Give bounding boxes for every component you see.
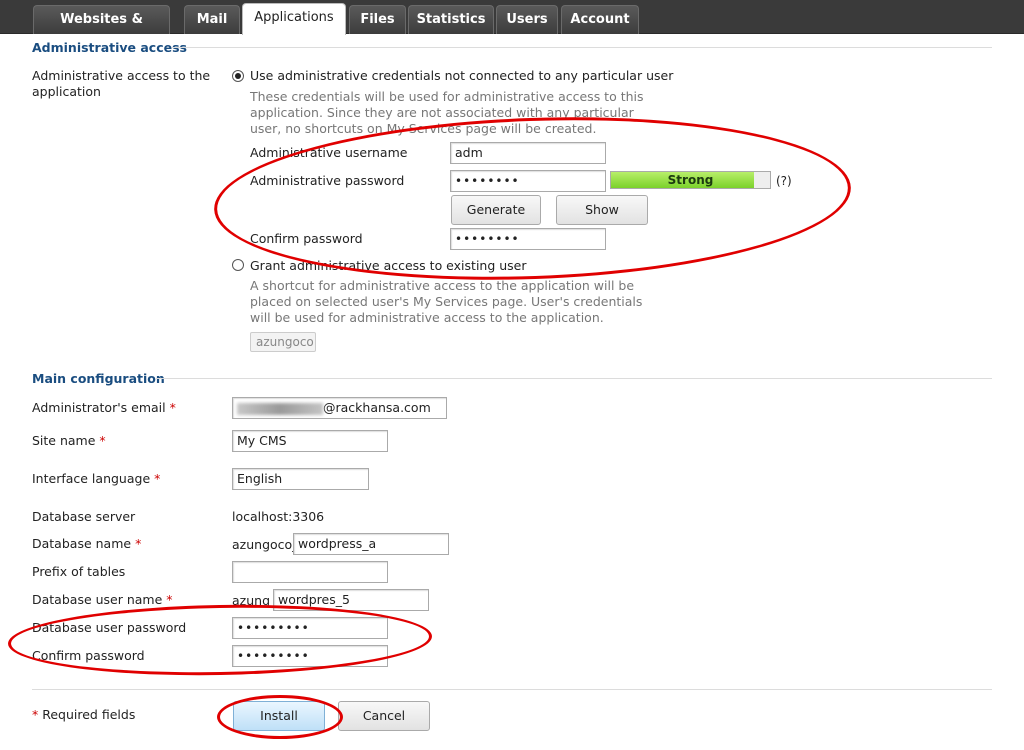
admin-username-input[interactable]: adm xyxy=(450,142,606,164)
password-strength-text: Strong xyxy=(667,173,714,187)
admin-username-label: Administrative username xyxy=(250,145,408,160)
site-name-input[interactable]: My CMS xyxy=(232,430,388,452)
database-user-password-input[interactable]: ••••••••• xyxy=(232,617,388,639)
annotation-ellipse-database-password xyxy=(7,601,433,679)
radio-grant-existing-user[interactable] xyxy=(232,259,244,271)
admin-email-input[interactable]: @rackhansa.com xyxy=(232,397,447,419)
tab-files[interactable]: Files xyxy=(349,5,406,34)
cancel-button[interactable]: Cancel xyxy=(338,701,430,731)
install-button[interactable]: Install xyxy=(233,701,325,731)
database-confirm-password-label: Confirm password xyxy=(32,648,145,663)
redacted-email-blur xyxy=(237,402,323,415)
radio-grant-existing-user-label[interactable]: Grant administrative access to existing … xyxy=(250,258,527,273)
admin-password-input[interactable]: •••••••• xyxy=(450,170,606,192)
radio-use-admin-credentials[interactable] xyxy=(232,70,244,82)
database-user-name-label: Database user name * xyxy=(32,592,173,607)
database-user-prefix: azung xyxy=(232,593,271,608)
tab-bar: Websites & Domains Mail Applications Fil… xyxy=(0,0,1024,54)
database-confirm-password-input[interactable]: ••••••••• xyxy=(232,645,388,667)
section-divider xyxy=(156,378,992,379)
option2-hint: A shortcut for administrative access to … xyxy=(250,278,643,325)
required-fields-note: * Required fields xyxy=(32,707,136,722)
database-name-input[interactable]: wordpress_a xyxy=(293,533,449,555)
tab-applications[interactable]: Applications xyxy=(242,3,346,35)
show-password-button[interactable]: Show xyxy=(556,195,648,225)
admin-confirm-password-label: Confirm password xyxy=(250,231,363,246)
section-divider xyxy=(172,47,992,48)
database-name-prefix: azungoco_ xyxy=(232,537,299,552)
admin-email-label: Administrator's email * xyxy=(32,400,176,415)
tab-statistics[interactable]: Statistics xyxy=(408,5,494,34)
tab-mail[interactable]: Mail xyxy=(184,5,240,34)
database-name-label: Database name * xyxy=(32,536,142,551)
admin-password-label: Administrative password xyxy=(250,173,405,188)
password-strength-meter: Strong xyxy=(610,171,771,189)
generate-password-button[interactable]: Generate xyxy=(451,195,541,225)
admin-access-label: Administrative access to the application xyxy=(32,68,211,99)
section-title-admin-access: Administrative access xyxy=(32,40,187,55)
existing-user-select: azungoco xyxy=(250,332,316,352)
table-prefix-label: Prefix of tables xyxy=(32,564,126,579)
table-prefix-input[interactable] xyxy=(232,561,388,583)
interface-language-select[interactable]: English xyxy=(232,468,369,490)
database-server-value: localhost:3306 xyxy=(232,509,325,524)
admin-confirm-password-input[interactable]: •••••••• xyxy=(450,228,606,250)
password-strength-help-icon[interactable]: (?) xyxy=(776,174,792,188)
database-server-label: Database server xyxy=(32,509,136,524)
footer-divider xyxy=(32,689,992,690)
database-user-name-input[interactable]: wordpres_5 xyxy=(273,589,429,611)
site-name-label: Site name * xyxy=(32,433,106,448)
option1-hint: These credentials will be used for admin… xyxy=(250,89,644,136)
database-user-password-label: Database user password xyxy=(32,620,187,635)
tab-websites-domains[interactable]: Websites & Domains xyxy=(33,5,170,54)
interface-language-label: Interface language * xyxy=(32,471,161,486)
tab-users[interactable]: Users xyxy=(496,5,558,34)
radio-use-admin-credentials-label[interactable]: Use administrative credentials not conne… xyxy=(250,68,673,83)
tab-account[interactable]: Account xyxy=(561,5,639,34)
section-title-main-config: Main configuration xyxy=(32,371,165,386)
